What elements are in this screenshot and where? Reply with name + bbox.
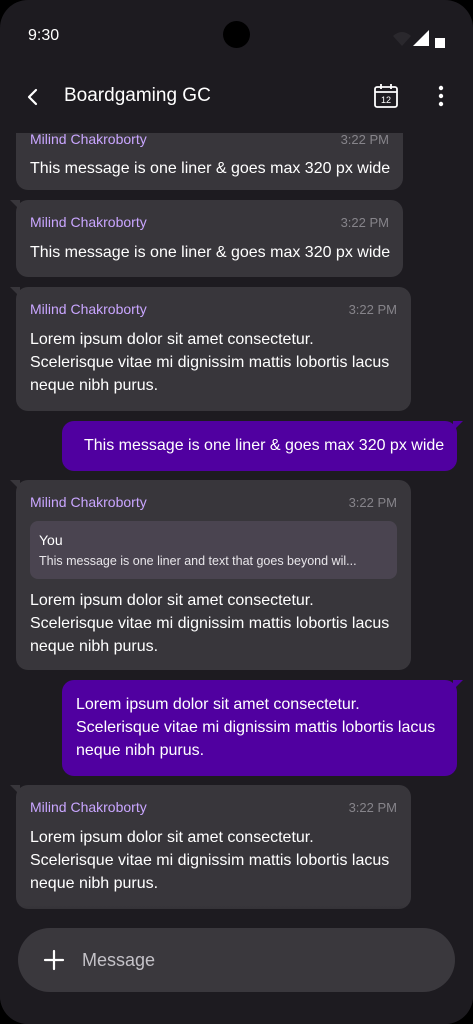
signal-icon	[413, 30, 429, 46]
sender-name: Milind Chakroborty	[30, 214, 147, 230]
message-line: Scelerisque vitae mi dignissim mattis lo…	[76, 719, 436, 736]
incoming-message[interactable]: Milind Chakroborty 3:22 PM This message …	[16, 133, 403, 190]
incoming-message[interactable]: Milind Chakroborty 3:22 PM Lorem ipsum d…	[10, 287, 411, 411]
outgoing-message[interactable]: This message is one liner & goes max 320…	[62, 421, 463, 471]
message-time: 3:22 PM	[348, 800, 397, 815]
message-composer	[18, 928, 455, 992]
message-text: This message is one liner & goes max 320…	[30, 244, 391, 261]
message-text: Lorem ipsum dolor sit amet consectetur. …	[76, 693, 435, 762]
message-time: 3:22 PM	[340, 215, 389, 230]
quote-text: This message is one liner and text that …	[39, 554, 357, 568]
phone-screen: 9:30 Boardgaming GC 12 Milind Chakrobort…	[0, 0, 473, 1024]
message-text: Lorem ipsum dolor sit amet consectetur. …	[30, 328, 389, 397]
message-line: Scelerisque vitae mi dignissim mattis lo…	[30, 852, 390, 869]
battery-icon	[435, 38, 445, 48]
status-time: 9:30	[28, 27, 60, 44]
message-line: Lorem ipsum dolor sit amet consectetur.	[76, 696, 360, 713]
status-bar: 9:30	[0, 0, 473, 70]
sender-name: Milind Chakroborty	[30, 133, 147, 147]
status-icons	[393, 30, 445, 48]
more-options-icon[interactable]	[427, 82, 455, 110]
message-time: 3:22 PM	[348, 495, 397, 510]
message-text: Lorem ipsum dolor sit amet consectetur. …	[30, 589, 389, 658]
message-line: neque nibh purus.	[76, 742, 205, 759]
message-line: neque nibh purus.	[30, 377, 159, 394]
message-line: Scelerisque vitae mi dignissim mattis lo…	[30, 354, 390, 371]
incoming-message[interactable]: Milind Chakroborty 3:22 PM You This mess…	[10, 480, 411, 670]
message-line: neque nibh purus.	[30, 875, 159, 892]
sender-name: Milind Chakroborty	[30, 301, 147, 317]
message-line: Lorem ipsum dolor sit amet consectetur.	[30, 592, 314, 609]
app-bar: Boardgaming GC 12	[0, 70, 473, 130]
message-line: Lorem ipsum dolor sit amet consectetur.	[30, 331, 314, 348]
message-time: 3:22 PM	[348, 302, 397, 317]
front-camera	[223, 21, 250, 48]
calendar-day: 12	[381, 95, 391, 105]
incoming-message[interactable]: Milind Chakroborty 3:22 PM Lorem ipsum d…	[10, 785, 411, 909]
back-button[interactable]	[18, 82, 48, 112]
sender-name: Milind Chakroborty	[30, 799, 147, 815]
chat-title: Boardgaming GC	[64, 85, 211, 106]
quoted-reply[interactable]: You This message is one liner and text t…	[30, 521, 397, 579]
back-arrow-icon	[27, 88, 38, 106]
message-text: Lorem ipsum dolor sit amet consectetur. …	[30, 826, 389, 895]
sender-name: Milind Chakroborty	[30, 494, 147, 510]
calendar-icon[interactable]: 12	[372, 82, 400, 110]
message-input[interactable]	[82, 944, 422, 976]
message-list[interactable]: Milind Chakroborty 3:22 PM This message …	[0, 133, 473, 923]
add-attachment-icon[interactable]	[42, 948, 66, 972]
incoming-message[interactable]: Milind Chakroborty 3:22 PM This message …	[10, 200, 403, 277]
message-line: Lorem ipsum dolor sit amet consectetur.	[30, 829, 314, 846]
message-text: This message is one liner & goes max 320…	[84, 437, 445, 454]
message-line: Scelerisque vitae mi dignissim mattis lo…	[30, 615, 390, 632]
wifi-icon	[393, 32, 411, 46]
message-text: This message is one liner & goes max 320…	[30, 160, 391, 177]
outgoing-message[interactable]: Lorem ipsum dolor sit amet consectetur. …	[62, 680, 463, 776]
message-line: neque nibh purus.	[30, 638, 159, 655]
message-time: 3:22 PM	[340, 133, 389, 147]
quote-author: You	[39, 532, 63, 548]
